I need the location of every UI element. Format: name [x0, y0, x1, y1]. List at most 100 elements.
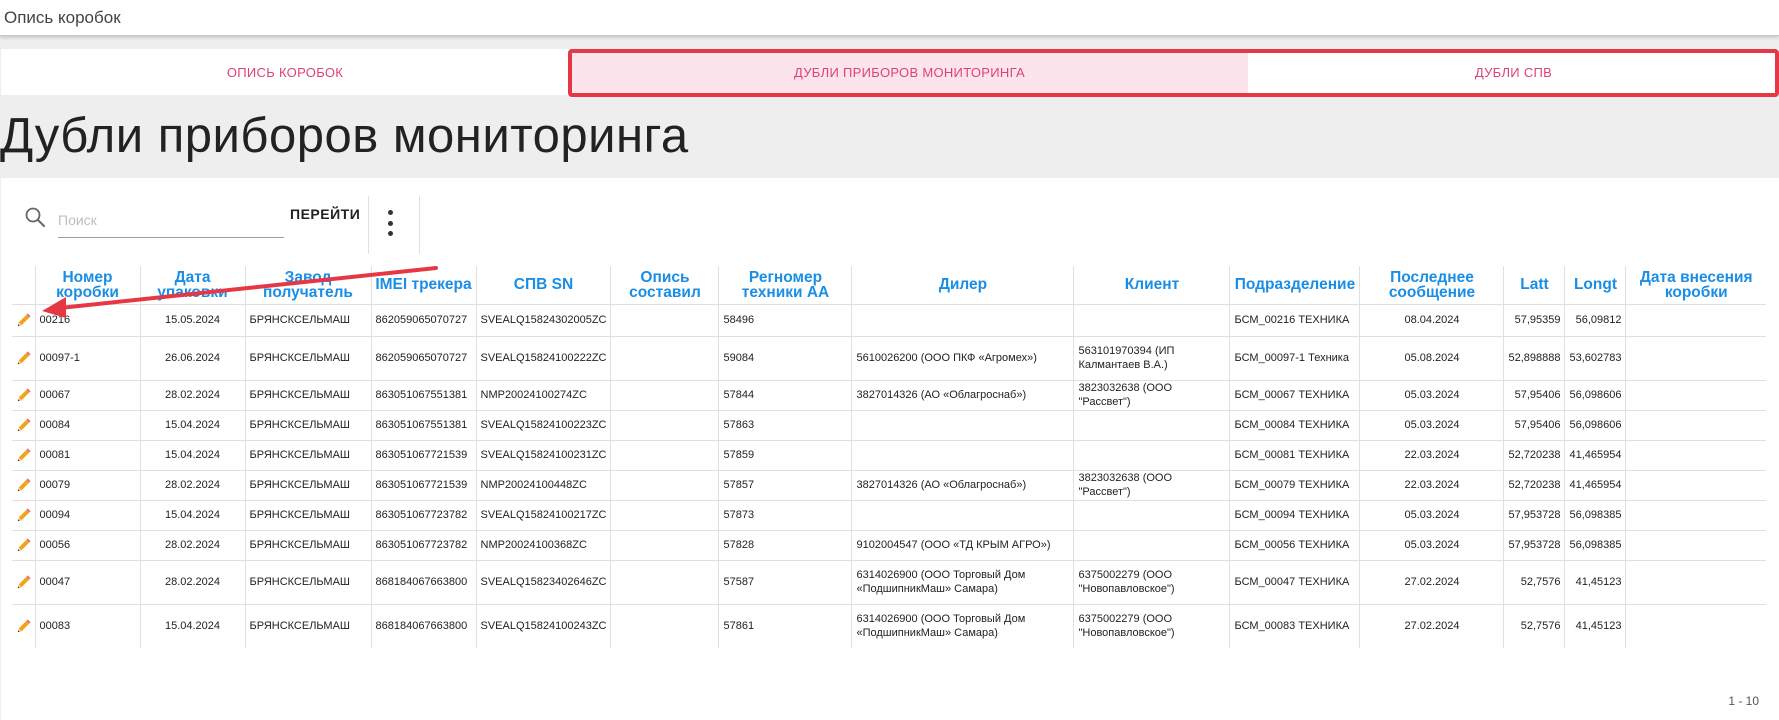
cell-spv-sn-column: NMP20024100368ZC [475, 529, 611, 560]
cell-reg-number-column: 57859 [718, 439, 852, 470]
cell-compiled-by-column [610, 529, 719, 560]
cell-compiled-by-column [610, 303, 719, 336]
cell-division-column: БСМ_00056 ТЕХНИКА [1229, 529, 1360, 560]
column-header-division-column[interactable]: Подразделение [1229, 266, 1360, 304]
pencil-icon[interactable] [15, 477, 32, 494]
more-vertical-icon[interactable] [380, 210, 400, 236]
cell-packing-date-column: 15.04.2024 [139, 499, 245, 530]
cell-box-added-date-column [1625, 559, 1766, 604]
cell-reg-number-column: 58496 [718, 303, 852, 336]
cell-reg-number-column: 59084 [718, 335, 852, 380]
go-button[interactable]: ПЕРЕЙТИ [290, 206, 360, 222]
window-titlebar: Опись коробок [0, 0, 1779, 36]
edit-cell [12, 379, 35, 410]
column-header-packing-date-column[interactable]: Дата упаковки [139, 266, 245, 304]
edit-cell [12, 303, 35, 336]
cell-longt-column: 56,098606 [1564, 409, 1626, 440]
cell-division-column: БСМ_00081 ТЕХНИКА [1229, 439, 1360, 470]
cell-longt-column: 41,465954 [1564, 469, 1626, 500]
cell-packing-date-column: 15.04.2024 [139, 603, 245, 648]
cell-division-column: БСМ_00084 ТЕХНИКА [1229, 409, 1360, 440]
cell-client-column [1073, 529, 1230, 560]
cell-imei-column: 863051067551381 [370, 379, 476, 410]
cell-division-column: БСМ_00047 ТЕХНИКА [1229, 559, 1360, 604]
cell-box-added-date-column [1625, 335, 1766, 380]
cell-imei-column: 862059065070727 [370, 335, 476, 380]
cell-latt-column: 52,7576 [1503, 603, 1565, 648]
cell-longt-column: 41,45123 [1564, 603, 1626, 648]
cell-compiled-by-column [610, 499, 719, 530]
tab-spv-duplicates[interactable]: ДУБЛИ СПВ [1248, 49, 1779, 95]
cell-box-added-date-column [1625, 499, 1766, 530]
edit-cell [12, 469, 35, 500]
cell-packing-date-column: 28.02.2024 [139, 529, 245, 560]
tab-bar: ОПИСЬ КОРОБОК ДУБЛИ ПРИБОРОВ МОНИТОРИНГА… [0, 49, 1779, 95]
search-icon[interactable] [24, 206, 46, 228]
cell-reg-number-column: 57863 [718, 409, 852, 440]
cell-packing-date-column: 28.02.2024 [139, 559, 245, 604]
cell-dealer-column: 6314026900 (ООО Торговый Дом «ПодшипникМ… [851, 603, 1074, 648]
cell-last-message-column: 27.02.2024 [1359, 603, 1504, 648]
edit-cell [12, 335, 35, 380]
table-row: 00094 15.04.2024 БРЯНСКСЕЛЬМАШ 863051067723… [12, 499, 1766, 530]
cell-client-column [1073, 439, 1230, 470]
cell-box-number-column: 00081 [34, 439, 140, 470]
cell-box-number-column: 00047 [34, 559, 140, 604]
cell-division-column: БСМ_00083 ТЕХНИКА [1229, 603, 1360, 648]
cell-reg-number-column: 57861 [718, 603, 852, 648]
cell-box-number-column: 00216 [34, 303, 140, 336]
pencil-icon[interactable] [15, 507, 32, 524]
cell-division-column: БСМ_00067 ТЕХНИКА [1229, 379, 1360, 410]
cell-spv-sn-column: NMP20024100274ZC [475, 379, 611, 410]
cell-spv-sn-column: SVEALQ15824100217ZC [475, 499, 611, 530]
cell-client-column [1073, 409, 1230, 440]
pencil-icon[interactable] [15, 574, 32, 591]
cell-packing-date-column: 26.06.2024 [139, 335, 245, 380]
cell-spv-sn-column: NMP20024100448ZC [475, 469, 611, 500]
cell-longt-column: 41,465954 [1564, 439, 1626, 470]
column-header-longt-column[interactable]: Longt [1564, 266, 1626, 304]
cell-box-added-date-column [1625, 469, 1766, 500]
cell-factory-column: БРЯНСКСЕЛЬМАШ [244, 379, 371, 410]
column-header-spv-sn-column[interactable]: СПВ SN [475, 266, 611, 304]
cell-reg-number-column: 57844 [718, 379, 852, 410]
cell-packing-date-column: 15.05.2024 [139, 303, 245, 336]
cell-packing-date-column: 15.04.2024 [139, 409, 245, 440]
cell-packing-date-column: 28.02.2024 [139, 379, 245, 410]
column-header-last-message-column[interactable]: Последнее сообщение [1359, 266, 1504, 304]
column-header-box-number-column[interactable]: Номер коробки [34, 266, 140, 304]
cell-imei-column: 862059065070727 [370, 303, 476, 336]
cell-imei-column: 868184067663800 [370, 603, 476, 648]
column-header-box-added-date-column[interactable]: Дата внесения коробки [1625, 266, 1766, 304]
column-header-reg-number-column[interactable]: Регномер техники АА [718, 266, 852, 304]
cell-last-message-column: 05.03.2024 [1359, 379, 1504, 410]
cell-division-column: БСМ_00079 ТЕХНИКА [1229, 469, 1360, 500]
column-header-compiled-by-column[interactable]: Опись составил [610, 266, 719, 304]
pencil-icon[interactable] [15, 417, 32, 434]
tab-monitoring-duplicates[interactable]: ДУБЛИ ПРИБОРОВ МОНИТОРИНГА [571, 49, 1248, 95]
table-row: 00097-1 26.06.2024 БРЯНСКСЕЛЬМАШ 8620590650… [12, 335, 1766, 380]
column-header-latt-column[interactable]: Latt [1503, 266, 1565, 304]
pencil-icon[interactable] [15, 350, 32, 367]
edit-cell [12, 529, 35, 560]
pencil-icon[interactable] [15, 537, 32, 554]
cell-box-added-date-column [1625, 603, 1766, 648]
cell-reg-number-column: 57873 [718, 499, 852, 530]
pencil-icon[interactable] [15, 312, 32, 329]
column-header-dealer-column[interactable]: Дилер [851, 266, 1074, 304]
pencil-icon[interactable] [15, 618, 32, 635]
pencil-icon[interactable] [15, 447, 32, 464]
tab-box-inventory[interactable]: ОПИСЬ КОРОБОК [1, 49, 569, 95]
cell-packing-date-column: 28.02.2024 [139, 469, 245, 500]
search-input[interactable] [58, 202, 284, 238]
cell-latt-column: 57,95406 [1503, 409, 1565, 440]
cell-reg-number-column: 57587 [718, 559, 852, 604]
column-header-imei-column[interactable]: IMEI трекера [370, 266, 476, 304]
cell-spv-sn-column: SVEALQ15824100222ZC [475, 335, 611, 380]
cell-dealer-column: 5610026200 (ООО ПКФ «Агромех») [851, 335, 1074, 380]
column-header-factory-column[interactable]: Завод получатель [244, 266, 371, 304]
column-header-client-column[interactable]: Клиент [1073, 266, 1230, 304]
pencil-icon[interactable] [15, 387, 32, 404]
edit-cell [12, 409, 35, 440]
cell-latt-column: 52,7576 [1503, 559, 1565, 604]
